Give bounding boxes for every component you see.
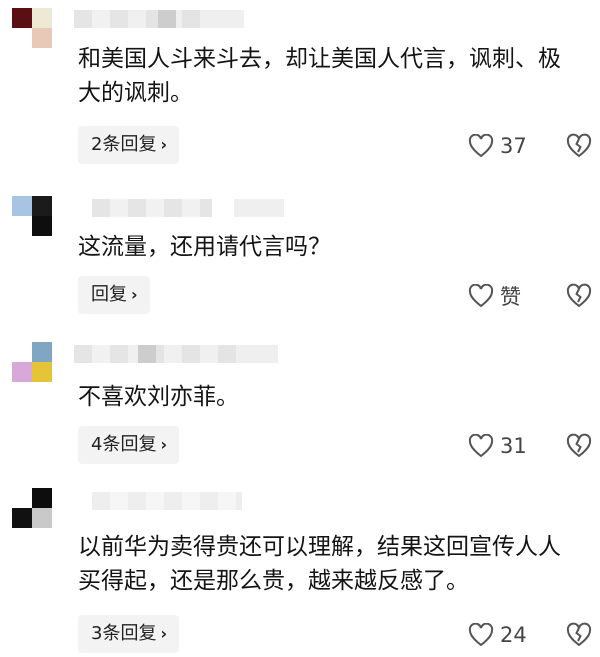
comment-text: 这流量，还用请代言吗？: [78, 234, 331, 260]
view-replies-button[interactable]: 2条回复 ›: [78, 126, 180, 164]
like-button[interactable]: 37: [468, 131, 527, 161]
broken-heart-icon[interactable]: [565, 283, 593, 309]
comment-meta-blurred: [238, 345, 278, 363]
avatar[interactable]: [12, 196, 52, 236]
chevron-right-icon: ›: [160, 135, 168, 154]
broken-heart-icon[interactable]: [565, 433, 593, 459]
heart-icon: [468, 434, 494, 458]
chevron-right-icon: ›: [160, 624, 168, 643]
reply-button[interactable]: 回复 ›: [78, 276, 150, 314]
like-count: 37: [500, 134, 527, 158]
like-count: 31: [500, 434, 527, 458]
chevron-right-icon: ›: [160, 435, 168, 454]
like-count: 24: [500, 623, 527, 647]
username-blurred[interactable]: [92, 492, 242, 510]
heart-icon: [468, 623, 494, 647]
like-button[interactable]: 赞: [468, 281, 521, 311]
broken-heart-icon[interactable]: [565, 622, 593, 648]
view-replies-button[interactable]: 4条回复 ›: [78, 426, 180, 464]
avatar[interactable]: [12, 488, 52, 528]
comment-meta-blurred: [234, 199, 284, 217]
username-blurred[interactable]: [92, 199, 212, 217]
heart-icon: [468, 284, 494, 308]
like-button[interactable]: 31: [468, 431, 527, 461]
reply-label: 回复: [91, 284, 127, 305]
broken-heart-icon[interactable]: [565, 133, 593, 159]
comment-text: 以前华为卖得贵还可以理解，结果这回宣传人人买得起，还是那么贵，越来越反感了。: [78, 534, 561, 594]
comment-text: 不喜欢刘亦菲。: [78, 384, 239, 410]
reply-label: 2条回复: [91, 134, 157, 155]
reply-label: 4条回复: [91, 434, 157, 455]
view-replies-button[interactable]: 3条回复 ›: [78, 615, 180, 653]
username-blurred[interactable]: [74, 345, 244, 363]
avatar[interactable]: [12, 8, 52, 48]
like-count: 赞: [500, 285, 521, 309]
comment-meta-blurred: [200, 10, 240, 28]
comment-text: 和美国人斗来斗去，却让美国人代言，讽刺、极大的讽刺。: [78, 46, 561, 106]
chevron-right-icon: ›: [131, 285, 138, 304]
like-button[interactable]: 24: [468, 620, 527, 650]
avatar[interactable]: [12, 342, 52, 382]
reply-label: 3条回复: [91, 623, 157, 644]
heart-icon: [468, 134, 494, 158]
